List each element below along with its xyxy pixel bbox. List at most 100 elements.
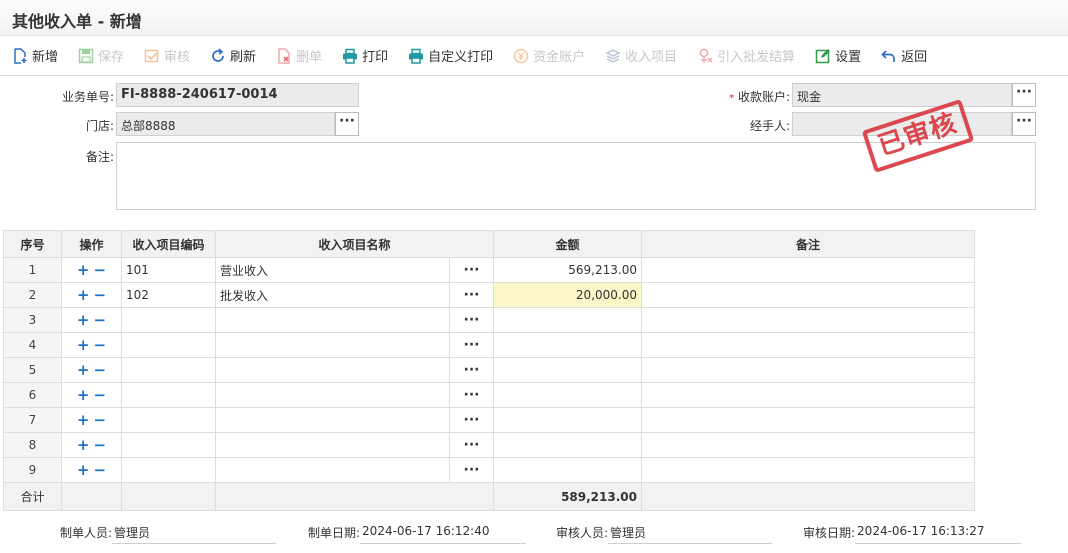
row-remark-cell[interactable] (641, 282, 975, 308)
ellipsis-icon: ··· (463, 312, 480, 328)
row-remark-cell[interactable] (641, 382, 975, 408)
row-item-picker-button[interactable]: ··· (449, 357, 494, 383)
row-code-cell[interactable]: 101 (121, 257, 216, 283)
row-name-cell[interactable]: 营业收入 (215, 257, 450, 283)
fund-account-button[interactable]: 资金账户 (513, 46, 585, 65)
row-code-cell[interactable] (121, 407, 216, 433)
store-field[interactable]: 总部8888 (116, 112, 335, 136)
delete-button[interactable]: 删单 (276, 46, 322, 65)
settings-button[interactable]: 设置 (815, 46, 861, 65)
col-name-header: 收入项目名称 (215, 230, 494, 258)
remove-row-icon[interactable]: − (94, 336, 107, 354)
row-amount-cell[interactable] (493, 432, 642, 458)
row-amount-cell[interactable]: 20,000.00 (493, 282, 642, 308)
remove-row-icon[interactable]: − (94, 411, 107, 429)
row-code-cell[interactable] (121, 382, 216, 408)
row-name-cell[interactable] (215, 357, 450, 383)
print-button[interactable]: 打印 (342, 46, 388, 65)
row-item-picker-button[interactable]: ··· (449, 282, 494, 308)
back-arrow-icon (881, 49, 896, 62)
back-button[interactable]: 返回 (881, 46, 927, 65)
income-item-button[interactable]: 收入项目 (605, 46, 677, 65)
import-settlement-icon (699, 48, 713, 63)
add-row-icon[interactable]: + (77, 311, 90, 329)
row-item-picker-button[interactable]: ··· (449, 382, 494, 408)
add-row-icon[interactable]: + (77, 336, 90, 354)
row-item-picker-button[interactable]: ··· (449, 407, 494, 433)
custom-print-button-label: 自定义打印 (428, 50, 494, 65)
add-row-icon[interactable]: + (77, 361, 90, 379)
row-amount-cell[interactable] (493, 382, 642, 408)
add-row-icon[interactable]: + (77, 411, 90, 429)
row-name-cell[interactable] (215, 332, 450, 358)
row-code-cell[interactable] (121, 432, 216, 458)
ellipsis-icon: ··· (463, 412, 480, 428)
add-row-icon[interactable]: + (77, 286, 90, 304)
row-amount-cell[interactable] (493, 357, 642, 383)
table-row: 9 + − ··· (3, 457, 975, 483)
table-row: 6 + − ··· (3, 382, 975, 408)
add-row-icon[interactable]: + (77, 461, 90, 479)
row-amount-cell[interactable] (493, 332, 642, 358)
row-seq: 5 (3, 357, 62, 383)
back-button-label: 返回 (901, 50, 928, 65)
refresh-icon (212, 47, 224, 62)
add-row-icon[interactable]: + (77, 386, 90, 404)
row-remark-cell[interactable] (641, 432, 975, 458)
audited-label: 审核日期: (803, 525, 856, 540)
row-remark-cell[interactable] (641, 307, 975, 333)
account-field[interactable]: 现金 (792, 83, 1012, 107)
row-remark-cell[interactable] (641, 457, 975, 483)
add-row-icon[interactable]: + (77, 261, 90, 279)
remove-row-icon[interactable]: − (94, 361, 107, 379)
remove-row-icon[interactable]: − (94, 311, 107, 329)
new-button[interactable]: 新增 (12, 46, 58, 65)
row-item-picker-button[interactable]: ··· (449, 332, 494, 358)
store-picker-button[interactable]: ··· (335, 112, 359, 136)
row-code-cell[interactable] (121, 457, 216, 483)
row-name-cell[interactable] (215, 407, 450, 433)
row-remark-cell[interactable] (641, 357, 975, 383)
edit-settings-icon (815, 48, 831, 63)
save-button[interactable]: 保存 (78, 46, 124, 65)
row-amount-cell[interactable] (493, 407, 642, 433)
row-item-picker-button[interactable]: ··· (449, 257, 494, 283)
row-item-picker-button[interactable]: ··· (449, 457, 494, 483)
row-remark-cell[interactable] (641, 332, 975, 358)
audit-button[interactable]: 审核 (144, 46, 190, 65)
custom-print-button[interactable]: 自定义打印 (408, 46, 493, 65)
row-remark-cell[interactable] (641, 407, 975, 433)
page-title: 其他收入单 - 新增 (0, 0, 1068, 36)
row-remark-cell[interactable] (641, 257, 975, 283)
ellipsis-icon: ··· (463, 437, 480, 453)
row-amount-cell[interactable]: 569,213.00 (493, 257, 642, 283)
ellipsis-icon: ··· (1016, 84, 1032, 100)
row-code-cell[interactable] (121, 307, 216, 333)
row-name-cell[interactable] (215, 307, 450, 333)
row-name-cell[interactable] (215, 457, 450, 483)
handler-picker-button[interactable]: ··· (1012, 112, 1036, 136)
row-name-cell[interactable]: 批发收入 (215, 282, 450, 308)
remove-row-icon[interactable]: − (94, 286, 107, 304)
row-name-cell[interactable] (215, 382, 450, 408)
remove-row-icon[interactable]: − (94, 461, 107, 479)
remove-row-icon[interactable]: − (94, 436, 107, 454)
row-amount-cell[interactable] (493, 457, 642, 483)
row-name-cell[interactable] (215, 432, 450, 458)
remove-row-icon[interactable]: − (94, 261, 107, 279)
row-amount-cell[interactable] (493, 307, 642, 333)
row-code-cell[interactable]: 102 (121, 282, 216, 308)
row-code-cell[interactable] (121, 332, 216, 358)
refresh-button[interactable]: 刷新 (210, 46, 256, 65)
row-code-cell[interactable] (121, 357, 216, 383)
creator-label: 制单人员: (60, 525, 113, 540)
add-row-icon[interactable]: + (77, 436, 90, 454)
row-item-picker-button[interactable]: ··· (449, 307, 494, 333)
doc-no-field[interactable]: FI-8888-240617-0014 (116, 83, 359, 107)
remove-row-icon[interactable]: − (94, 386, 107, 404)
account-label-text: 收款账户: (737, 90, 790, 104)
audited-info: 审核日期: 2024-06-17 16:13:27 (803, 520, 1022, 544)
import-wholesale-button[interactable]: 引入批发结算 (697, 46, 795, 65)
account-picker-button[interactable]: ··· (1012, 83, 1036, 107)
row-item-picker-button[interactable]: ··· (449, 432, 494, 458)
